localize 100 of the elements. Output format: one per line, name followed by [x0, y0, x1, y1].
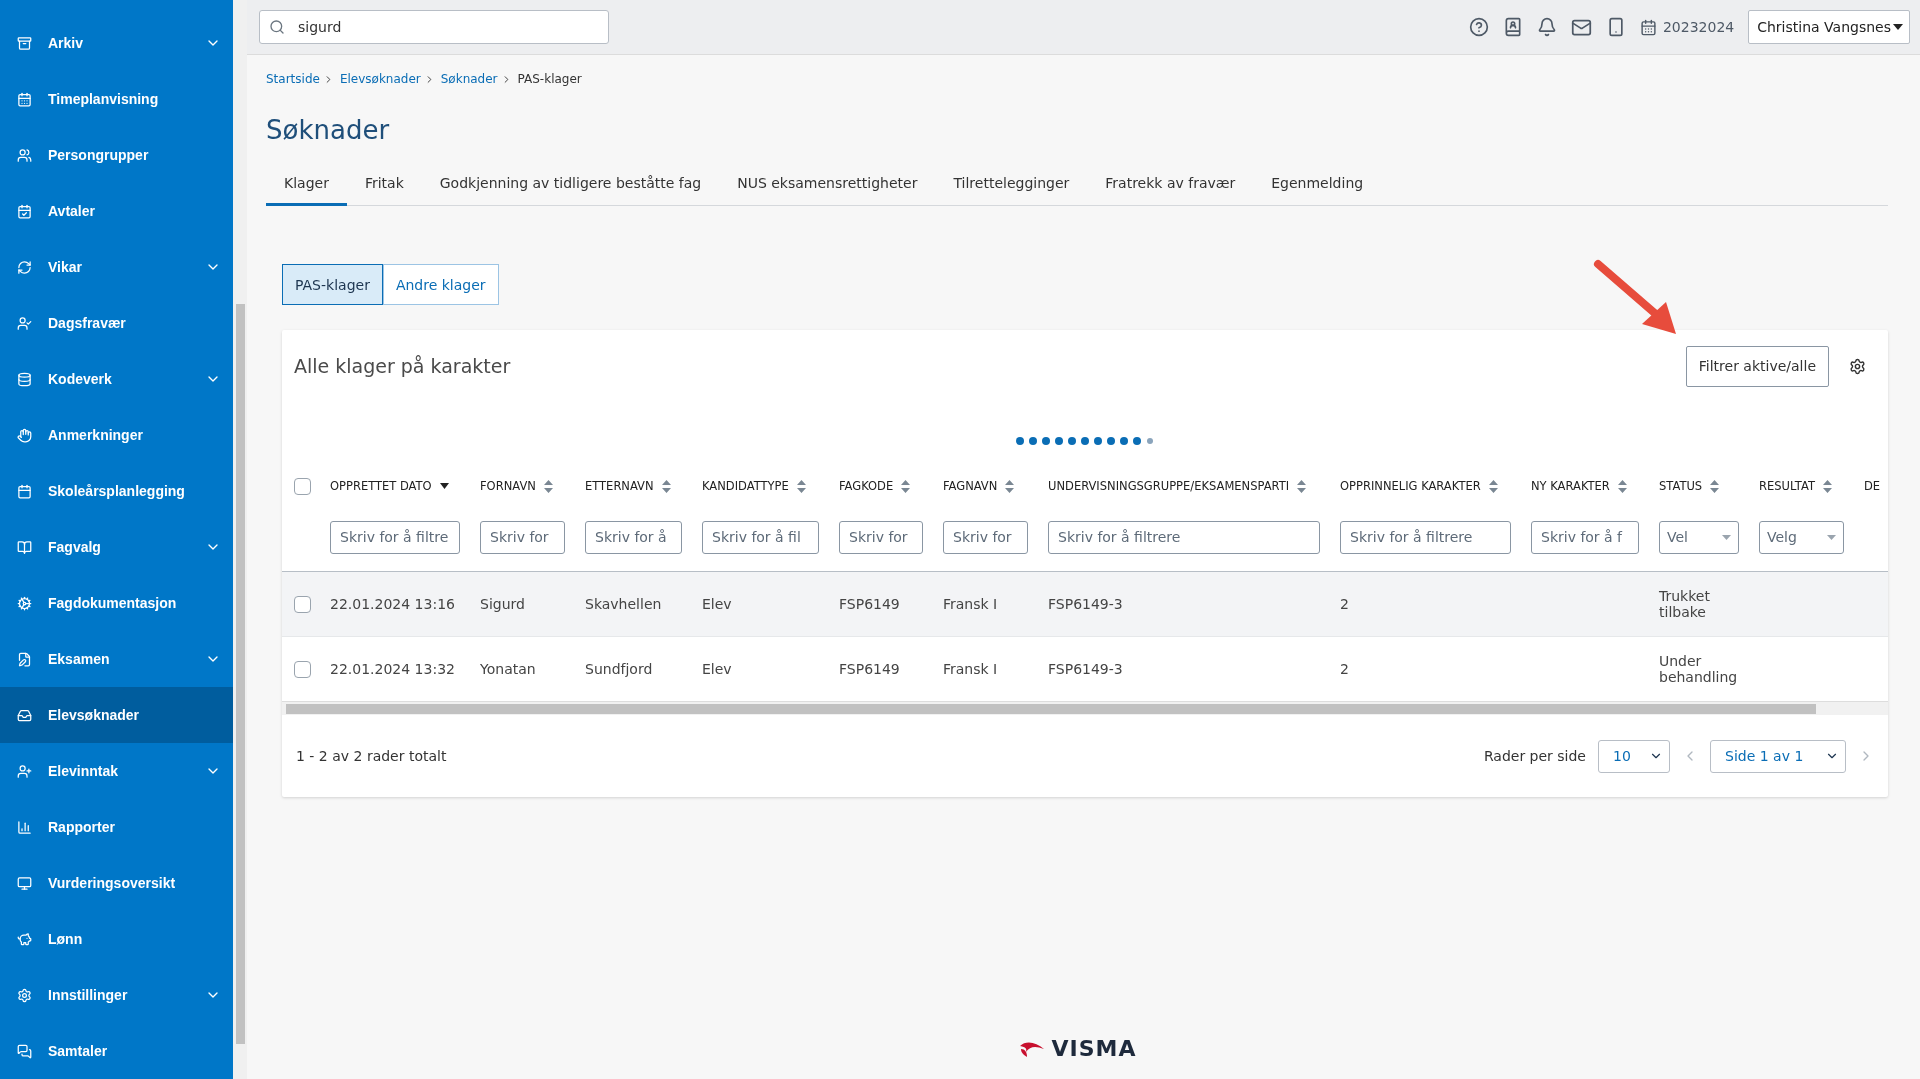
column-header[interactable]: FAGNAVN — [943, 479, 998, 493]
sidebar-item[interactable]: Elevsøknader — [0, 687, 233, 743]
sidebar-item[interactable]: Persongrupper — [0, 127, 233, 183]
sidebar-item[interactable]: Samtaler — [0, 1023, 233, 1079]
sort-icon[interactable] — [1005, 479, 1015, 493]
calendar-icon — [17, 91, 32, 107]
sidebar-item[interactable]: Lønn — [0, 911, 233, 967]
sort-icon[interactable] — [1488, 479, 1498, 493]
sort-icon[interactable] — [1617, 479, 1627, 493]
sidebar-item[interactable]: Kodeverk — [0, 351, 233, 407]
table-cell: Fransk I — [943, 661, 998, 677]
refresh-icon — [17, 259, 32, 275]
filter-input[interactable]: Skriv for å — [585, 520, 682, 554]
segment-tab[interactable]: Andre klager — [382, 264, 499, 305]
sidebar-item[interactable]: Anmerkninger — [0, 407, 233, 463]
filter-input[interactable]: Skriv for å f — [1531, 520, 1639, 554]
row-checkbox[interactable] — [294, 660, 311, 678]
sort-icon[interactable] — [1822, 479, 1832, 493]
column-header[interactable]: ETTERNAVN — [585, 479, 654, 493]
tab[interactable]: Fritak — [346, 161, 422, 206]
column-header[interactable]: RESULTAT — [1759, 479, 1815, 493]
sidebar-item[interactable]: Vikar — [0, 239, 233, 295]
column-header[interactable]: STATUS — [1659, 479, 1703, 493]
vertical-scrollbar[interactable] — [233, 0, 247, 1079]
table-cell-text: Under behandling — [1659, 653, 1739, 685]
settings-icon — [17, 987, 32, 1003]
sidebar-item[interactable]: Fagvalg — [0, 519, 233, 575]
column-header[interactable]: OPPRINNELIG KARAKTER — [1340, 479, 1481, 493]
column-header[interactable]: FAGKODE — [839, 479, 894, 493]
bell-icon[interactable] — [1536, 17, 1557, 37]
tab[interactable]: NUS eksamensrettigheter — [719, 161, 936, 206]
settings-icon[interactable] — [1849, 357, 1866, 375]
column-header[interactable]: OPPRETTET DATO — [330, 479, 432, 493]
column-header[interactable]: UNDERVISNINGSGRUPPE/EKSAMENSPARTI — [1048, 479, 1290, 493]
sidebar-item[interactable]: Avtaler — [0, 183, 233, 239]
sidebar-item[interactable]: Vurderingsoversikt — [0, 855, 233, 911]
breadcrumb-link[interactable]: Søknader — [440, 72, 512, 86]
table-cell: 2 — [1340, 661, 1349, 677]
sidebar-item[interactable]: Innstillinger — [0, 967, 233, 1023]
table-cell: FSP6149-3 — [1048, 661, 1123, 677]
rows-per-page-select[interactable]: 10 — [1598, 739, 1670, 773]
filter-input[interactable]: Skriv for å filtrere — [1048, 520, 1320, 554]
table-cell: 2 — [1340, 596, 1349, 612]
column-header[interactable]: NY KARAKTER — [1531, 479, 1610, 493]
user-check-icon — [17, 315, 32, 331]
select-all-checkbox[interactable] — [294, 477, 311, 495]
sort-icon[interactable] — [901, 479, 911, 493]
table-row[interactable]: 22.01.2024 13:32 Yonatan Sundfjord Elev FSP6149 Fransk I FSP6149-3 2 Under behandling — [282, 636, 1888, 701]
sidebar-item[interactable]: Eksamen — [0, 631, 233, 687]
breadcrumb-link[interactable]: Elevsøknader — [339, 72, 435, 86]
table-cell: Elev — [702, 661, 732, 677]
rows-per-page-label: Rader per side — [1483, 748, 1586, 764]
segment-tab[interactable]: PAS-klager — [282, 264, 383, 305]
column-header[interactable]: DE — [1864, 479, 1881, 493]
bar-chart-icon — [17, 819, 32, 835]
file-pen-icon — [17, 651, 32, 667]
filter-select[interactable]: Vel — [1659, 520, 1739, 554]
caret-icon — [1827, 534, 1836, 540]
sort-icon[interactable] — [661, 479, 671, 493]
column-header[interactable]: KANDIDATTYPE — [702, 479, 789, 493]
caret-icon — [1893, 24, 1903, 30]
row-checkbox[interactable] — [294, 595, 311, 613]
filter-input[interactable]: Skriv for — [480, 520, 565, 554]
sort-icon[interactable] — [796, 479, 806, 493]
tab[interactable]: Egenmelding — [1253, 161, 1382, 206]
filter-input[interactable]: Skriv for å filtre — [330, 520, 460, 554]
filter-input[interactable]: Skriv for å fil — [702, 520, 819, 554]
sidebar-item[interactable]: Skoleårsplanlegging — [0, 463, 233, 519]
filter-input[interactable]: Skriv for — [839, 520, 923, 554]
sidebar-item[interactable]: Dagsfravær — [0, 295, 233, 351]
sidebar-item[interactable]: Elevinntak — [0, 743, 233, 799]
sidebar-item[interactable]: Timeplanvisning — [0, 71, 233, 127]
tab[interactable]: Fratrekk av fravær — [1087, 161, 1254, 206]
sort-icon[interactable] — [543, 479, 553, 493]
school-year[interactable]: 20232024 — [1662, 19, 1735, 35]
column-header[interactable]: FORNAVN — [480, 479, 536, 493]
help-icon[interactable] — [1468, 17, 1489, 37]
chat-icon — [17, 1043, 32, 1059]
sort-icon[interactable] — [1297, 479, 1307, 493]
cog-icon — [17, 595, 32, 611]
page-select[interactable]: Side 1 av 1 — [1710, 739, 1846, 773]
sort-descending-icon[interactable] — [439, 483, 449, 489]
horizontal-scrollbar[interactable] — [282, 701, 1888, 715]
filter-button[interactable]: Filtrer aktive/alle — [1685, 345, 1829, 387]
sort-icon[interactable] — [1710, 479, 1720, 493]
sidebar-item[interactable]: Arkiv — [0, 15, 233, 71]
search-field[interactable]: sigurd — [259, 10, 609, 44]
filter-input[interactable]: Skriv for å filtrere — [1340, 520, 1511, 554]
tab[interactable]: Klager — [266, 161, 347, 206]
filter-select[interactable]: Velg — [1759, 520, 1844, 554]
tab[interactable]: Tilrettelegginger — [935, 161, 1088, 206]
breadcrumb-link[interactable]: Startside — [266, 72, 334, 86]
table-cell: 22.01.2024 13:16 — [330, 596, 455, 612]
table-cell: Sundfjord — [585, 661, 653, 677]
table-row[interactable]: 22.01.2024 13:16 Sigurd Skavhellen Elev FSP6149 Fransk I FSP6149-3 2 Trukket tilbake — [282, 571, 1888, 636]
user-menu-button[interactable]: Christina Vangsnes — [1748, 10, 1910, 44]
sidebar-item[interactable]: Fagdokumentasjon — [0, 575, 233, 631]
sidebar-item[interactable]: Rapporter — [0, 799, 233, 855]
filter-input[interactable]: Skriv for — [943, 520, 1028, 554]
tab[interactable]: Godkjenning av tidligere beståtte fag — [421, 161, 720, 206]
